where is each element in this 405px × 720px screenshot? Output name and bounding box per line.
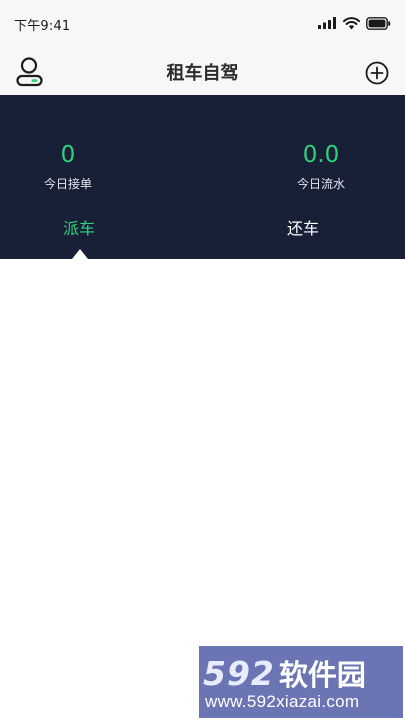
- status-time: 下午9:41: [14, 19, 71, 34]
- tab-return[interactable]: 还车: [263, 219, 343, 239]
- signal-icon: [318, 17, 336, 29]
- stats-panel: 0 今日接单 0.0 今日流水 派车 还车: [0, 95, 405, 259]
- stat-revenue-today: 0.0 今日流水: [261, 141, 381, 192]
- status-bar: 下午9:41: [0, 0, 405, 48]
- tab-dispatch[interactable]: 派车: [39, 219, 119, 239]
- battery-icon: [366, 16, 391, 30]
- wifi-icon: [343, 16, 360, 29]
- add-circle-icon[interactable]: [365, 61, 389, 85]
- active-tab-indicator: [72, 249, 88, 259]
- stat-orders-today: 0 今日接单: [8, 141, 128, 192]
- nav-bar: 租车自驾: [0, 48, 405, 95]
- watermark-number: 592: [203, 654, 275, 693]
- status-icons: [318, 14, 391, 32]
- watermark: 592 软件园 www.592xiazai.com: [199, 646, 403, 718]
- stat-label: 今日接单: [43, 177, 92, 191]
- stat-label: 今日流水: [296, 177, 345, 191]
- watermark-url: www.592xiazai.com: [205, 692, 360, 711]
- stat-value: 0.0: [302, 142, 340, 168]
- watermark-brand: 592 软件园: [203, 652, 366, 694]
- stat-value: 0: [60, 142, 76, 168]
- watermark-name: 软件园: [278, 658, 366, 692]
- page-title: 租车自驾: [166, 63, 239, 84]
